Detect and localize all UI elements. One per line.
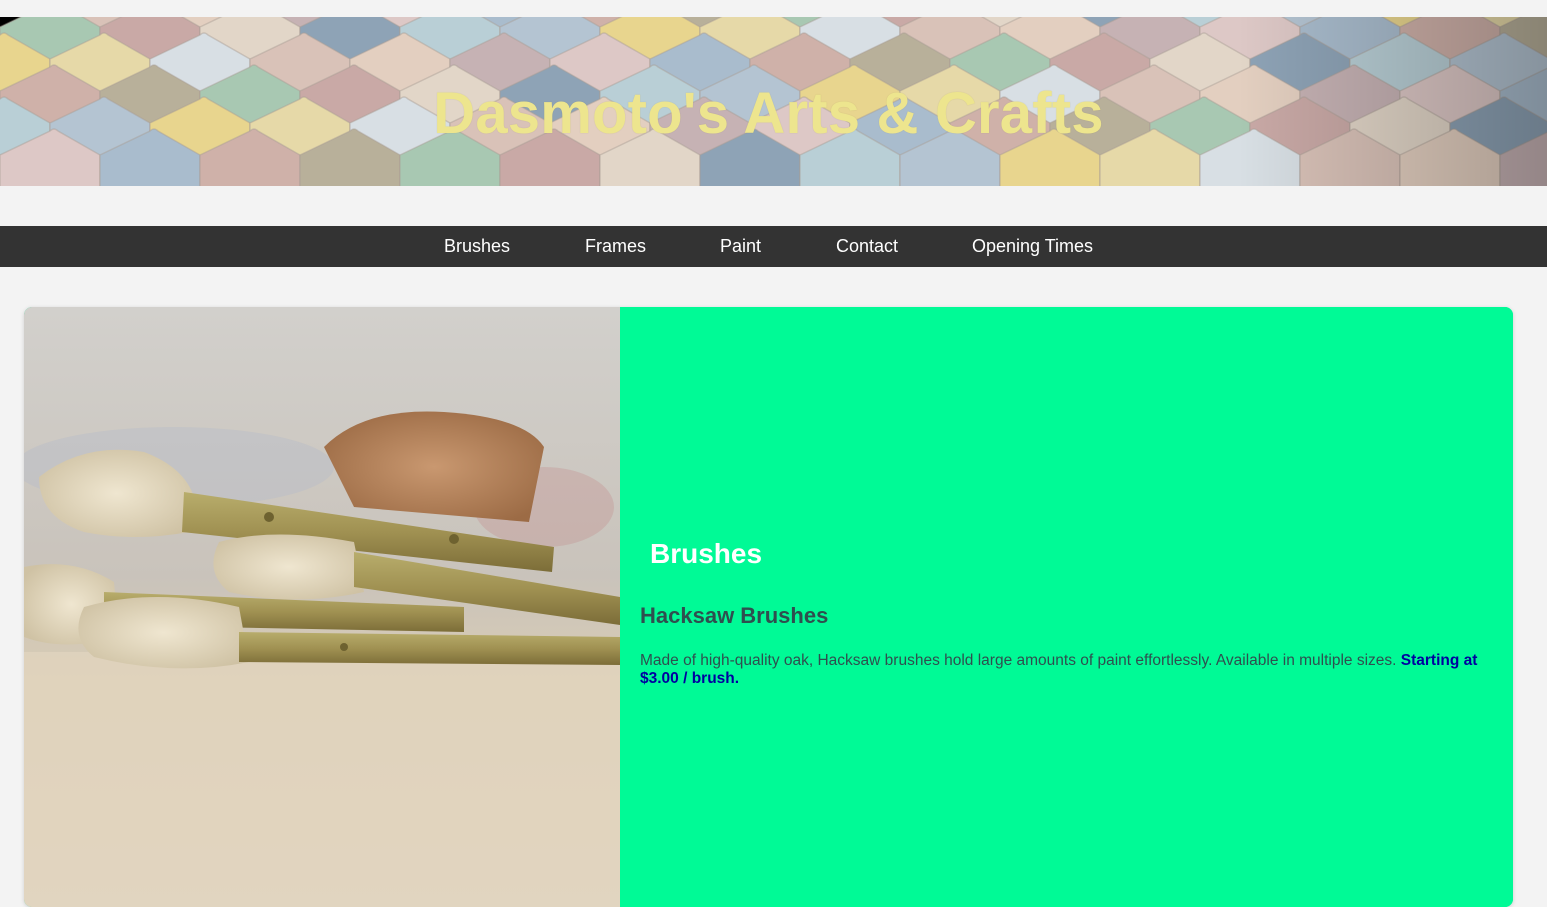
product-description: Made of high-quality oak, Hacksaw brushe… xyxy=(640,652,1495,688)
product-info-panel: Brushes Hacksaw Brushes Made of high-qua… xyxy=(620,307,1513,907)
product-title: Hacksaw Brushes xyxy=(640,603,829,628)
product-description-text: Made of high-quality oak, Hacksaw brushe… xyxy=(640,652,1397,669)
nav-item-opening-times[interactable]: Opening Times xyxy=(972,236,1093,256)
nav-item-frames[interactable]: Frames xyxy=(585,236,646,256)
nav-item-brushes[interactable]: Brushes xyxy=(444,236,510,256)
header-banner: Dasmoto's Arts & Crafts xyxy=(0,17,1547,186)
section-heading: Brushes xyxy=(650,538,763,569)
nav-item-contact[interactable]: Contact xyxy=(836,236,898,256)
brushes-photo xyxy=(24,307,620,907)
product-card: Brushes Hacksaw Brushes Made of high-qua… xyxy=(24,307,1513,907)
main-nav: Brushes Frames Paint Contact Opening Tim… xyxy=(0,226,1547,267)
nav-item-paint[interactable]: Paint xyxy=(720,236,761,256)
site-title: Dasmoto's Arts & Crafts xyxy=(433,81,1104,146)
